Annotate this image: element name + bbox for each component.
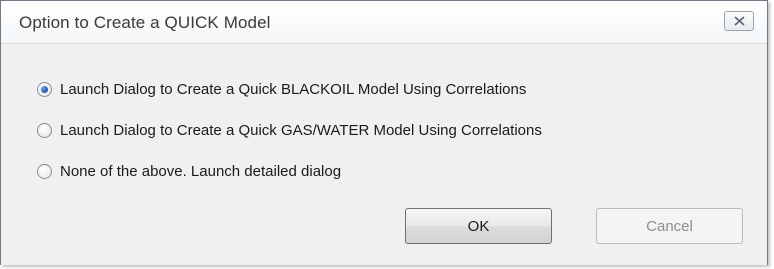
dialog-title: Option to Create a QUICK Model <box>19 13 271 32</box>
option-gas-water-label[interactable]: Launch Dialog to Create a Quick GAS/WATE… <box>60 122 542 139</box>
radio-detailed[interactable] <box>37 163 52 179</box>
option-gas-water[interactable]: Launch Dialog to Create a Quick GAS/WATE… <box>37 120 542 140</box>
dialog-body: Launch Dialog to Create a Quick BLACKOIL… <box>1 45 767 265</box>
option-detailed-label[interactable]: None of the above. Launch detailed dialo… <box>60 163 341 180</box>
option-blackoil-label[interactable]: Launch Dialog to Create a Quick BLACKOIL… <box>60 81 526 98</box>
option-detailed[interactable]: None of the above. Launch detailed dialo… <box>37 161 341 181</box>
quick-model-dialog: Option to Create a QUICK Model Launch Di… <box>0 0 768 265</box>
close-button[interactable] <box>724 11 754 31</box>
radio-gas-water[interactable] <box>37 122 52 138</box>
radio-blackoil[interactable] <box>37 81 52 97</box>
option-blackoil[interactable]: Launch Dialog to Create a Quick BLACKOIL… <box>37 79 526 99</box>
close-icon <box>733 16 745 26</box>
ok-button[interactable]: OK <box>405 208 552 244</box>
cancel-button[interactable]: Cancel <box>596 208 743 244</box>
title-bar: Option to Create a QUICK Model <box>1 1 767 44</box>
